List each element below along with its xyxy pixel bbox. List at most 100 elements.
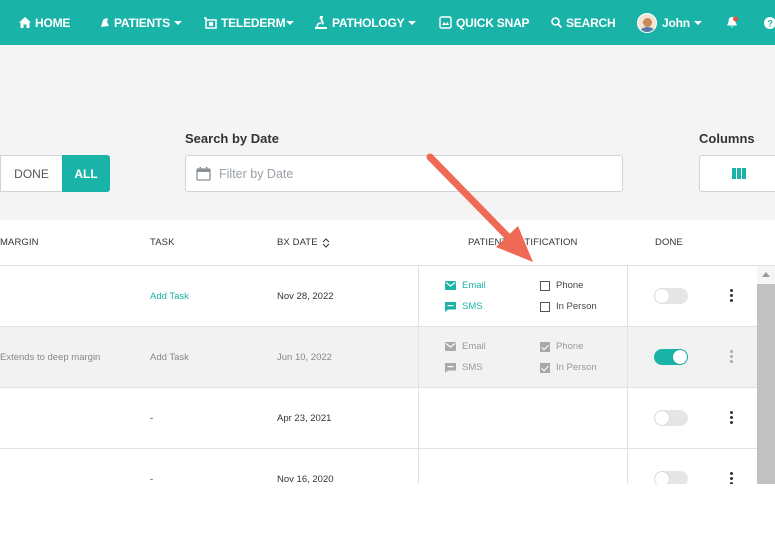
checkbox-checked-icon (540, 341, 550, 352)
more-options-icon[interactable] (730, 350, 734, 363)
home-icon (19, 17, 31, 28)
sort-icon (322, 237, 330, 248)
nav-telederm-label: TELEDERM (221, 15, 286, 30)
nav-patients[interactable]: PATIENTS (99, 0, 182, 45)
more-options-icon[interactable] (730, 411, 734, 424)
more-options-icon[interactable] (730, 289, 734, 302)
chevron-down-icon (173, 20, 182, 25)
done-toggle[interactable] (654, 288, 688, 304)
column-divider (627, 388, 628, 449)
add-task-link[interactable]: Add Task (150, 352, 189, 363)
nav-search[interactable]: SEARCH (551, 0, 616, 45)
notify-in-person-checkbox[interactable]: In Person (540, 362, 597, 373)
sms-icon (445, 301, 456, 312)
bx-date-cell: Nov 16, 2020 (277, 474, 334, 484)
email-icon (445, 342, 456, 351)
notify-email-label: Email (462, 280, 486, 291)
filter-all-button[interactable]: ALL (62, 155, 110, 192)
sms-icon (445, 362, 456, 373)
notify-phone-label: Phone (556, 341, 584, 352)
microscope-icon (315, 16, 327, 29)
col-task-header[interactable]: TASK (150, 237, 175, 248)
table-row[interactable]: Add Task Nov 28, 2022 Email SMS Phone In… (0, 266, 757, 327)
done-toggle[interactable] (654, 410, 688, 426)
more-options-icon[interactable] (730, 472, 734, 484)
table-row[interactable]: Extends to deep margin Add Task Jun 10, … (0, 327, 757, 388)
col-bx-date-label: BX DATE (277, 237, 318, 248)
table-row[interactable]: - Nov 16, 2020 (0, 449, 757, 484)
col-patient-notification-header[interactable]: PATIENT NOTIFICATION (468, 237, 578, 248)
done-toggle[interactable] (654, 349, 688, 365)
notify-email-label: Email (462, 341, 486, 352)
table-row[interactable]: - Apr 23, 2021 (0, 388, 757, 449)
checkbox-icon (540, 280, 550, 291)
columns-label: Columns (699, 131, 755, 146)
search-icon (551, 17, 562, 28)
calendar-icon (196, 166, 211, 181)
nav-home[interactable]: HOME (19, 0, 70, 45)
quick-snap-icon (439, 16, 452, 29)
svg-text:?: ? (767, 18, 772, 28)
notifications-button[interactable] (726, 0, 742, 45)
nav-quick-snap[interactable]: QUICK SNAP (439, 0, 530, 45)
column-divider (418, 327, 419, 388)
scroll-up-arrow-icon[interactable] (762, 272, 770, 277)
checkbox-checked-icon (540, 362, 550, 373)
table-header: MARGIN TASK BX DATE PATIENT NOTIFICATION… (0, 220, 775, 266)
task-cell: - (150, 474, 154, 484)
column-divider (627, 327, 628, 388)
notify-in-person-label: In Person (556, 362, 597, 373)
col-bx-date-header[interactable]: BX DATE (277, 237, 330, 248)
nav-patients-label: PATIENTS (114, 15, 170, 30)
column-divider (418, 449, 419, 484)
help-button[interactable]: ? (764, 0, 775, 45)
task-cell: - (150, 413, 154, 424)
results-table: MARGIN TASK BX DATE PATIENT NOTIFICATION… (0, 220, 775, 484)
notify-in-person-label: In Person (556, 301, 597, 312)
nav-pathology[interactable]: PATHOLOGY (314, 0, 417, 45)
search-by-date-label: Search by Date (185, 131, 279, 146)
notify-sms-label: SMS (462, 301, 483, 312)
nav-pathology-label: PATHOLOGY (332, 15, 405, 30)
scrollbar-thumb[interactable] (757, 284, 775, 484)
date-filter-input[interactable]: Filter by Date (185, 155, 623, 192)
patient-icon (101, 18, 109, 27)
chevron-down-icon (693, 20, 702, 25)
nav-home-label: HOME (35, 15, 71, 30)
email-icon (445, 281, 456, 290)
column-divider (418, 266, 419, 327)
notify-phone-checkbox[interactable]: Phone (540, 280, 583, 291)
column-divider (627, 266, 628, 327)
done-toggle[interactable] (654, 471, 688, 484)
notify-email-toggle[interactable]: Email (445, 280, 486, 291)
columns-button[interactable] (699, 155, 775, 192)
nav-quick-snap-label: QUICK SNAP (456, 15, 530, 30)
checkbox-icon (540, 301, 550, 312)
bx-date-cell: Jun 10, 2022 (277, 352, 332, 363)
nav-user-menu[interactable]: John (637, 0, 702, 45)
notify-sms-toggle[interactable]: SMS (445, 362, 483, 373)
notify-in-person-checkbox[interactable]: In Person (540, 301, 597, 312)
top-navbar: HOME PATIENTS TELEDERM PATHOLOGY QUICK S… (0, 0, 775, 45)
telederm-icon (204, 16, 217, 29)
chevron-down-icon (286, 20, 295, 25)
bx-date-cell: Nov 28, 2022 (277, 291, 334, 302)
bx-date-cell: Apr 23, 2021 (277, 413, 332, 424)
user-name: John (662, 15, 690, 30)
add-task-link[interactable]: Add Task (150, 291, 189, 302)
chevron-down-icon (408, 20, 417, 25)
col-margin-header[interactable]: MARGIN (0, 237, 39, 248)
column-divider (627, 449, 628, 484)
bell-icon (727, 16, 738, 28)
avatar (637, 12, 657, 33)
notify-phone-checkbox[interactable]: Phone (540, 341, 583, 352)
col-done-header[interactable]: DONE (655, 237, 683, 248)
help-icon: ? (764, 16, 775, 29)
notify-email-toggle[interactable]: Email (445, 341, 486, 352)
columns-icon (732, 168, 746, 179)
filter-done-button[interactable]: DONE (0, 155, 62, 192)
nav-telederm[interactable]: TELEDERM (203, 0, 295, 45)
notify-phone-label: Phone (556, 280, 584, 291)
notify-sms-toggle[interactable]: SMS (445, 301, 483, 312)
nav-search-label: SEARCH (566, 15, 616, 30)
